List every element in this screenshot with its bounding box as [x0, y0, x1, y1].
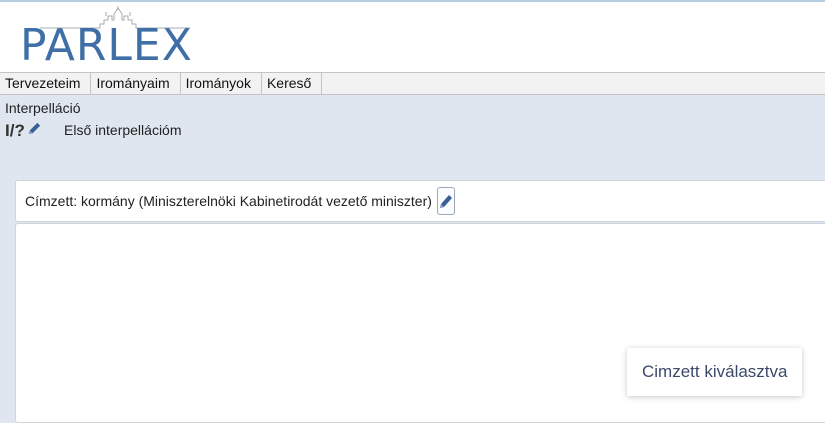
- menu-item-search[interactable]: Kereső: [262, 73, 323, 94]
- logo-text: PARLEX: [20, 20, 193, 71]
- app-header: PARLEX: [0, 2, 825, 72]
- parlex-logo[interactable]: PARLEX: [18, 6, 198, 70]
- edit-pencil-icon[interactable]: [27, 121, 42, 136]
- toast-message: Cimzett kiválasztva: [642, 362, 788, 381]
- edit-addressee-button[interactable]: [437, 187, 455, 215]
- notification-toast: Cimzett kiválasztva: [627, 348, 802, 396]
- menu-item-drafts[interactable]: Tervezeteim: [0, 73, 92, 94]
- pencil-icon: [440, 195, 452, 208]
- main-menu: Tervezeteim Irományaim Irományok Kereső: [0, 72, 825, 95]
- addressee-bar: Címzett: kormány (Miniszterelnöki Kabine…: [15, 180, 825, 222]
- menu-item-my-documents[interactable]: Irományaim: [91, 73, 181, 94]
- addressee-text: Címzett: kormány (Miniszterelnöki Kabine…: [25, 193, 432, 209]
- menu-item-documents[interactable]: Irományok: [181, 73, 262, 94]
- document-id: I/?: [5, 121, 25, 140]
- document-title: Első interpellációm: [64, 122, 182, 138]
- document-type-label: Interpelláció: [5, 100, 81, 116]
